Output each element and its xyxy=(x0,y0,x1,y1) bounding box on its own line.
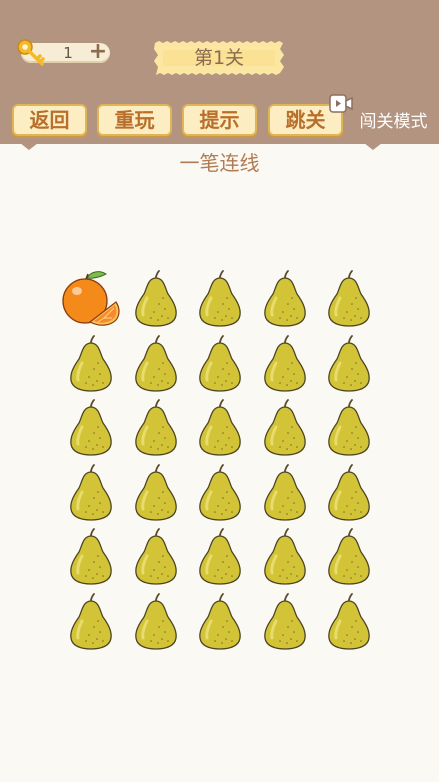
pear-icon xyxy=(328,334,370,392)
pear-cell[interactable] xyxy=(60,462,122,524)
pear-cell[interactable] xyxy=(189,397,251,459)
pear-icon xyxy=(70,334,112,392)
pear-icon xyxy=(134,334,177,392)
pear-cell[interactable] xyxy=(125,268,187,330)
pear-icon xyxy=(70,528,112,585)
pear-icon xyxy=(134,399,177,456)
pear-cell[interactable] xyxy=(125,462,187,524)
pear-icon xyxy=(70,463,112,521)
pear-icon xyxy=(263,334,306,392)
pear-icon xyxy=(328,399,370,456)
pear-icon xyxy=(199,463,241,521)
pear-cell[interactable] xyxy=(125,397,187,459)
pear-cell[interactable] xyxy=(189,268,251,330)
pear-cell[interactable] xyxy=(125,591,187,653)
pear-cell[interactable] xyxy=(318,333,380,395)
pear-cell[interactable] xyxy=(254,462,316,524)
pear-icon xyxy=(263,399,306,456)
pear-cell[interactable] xyxy=(318,397,380,459)
pear-icon xyxy=(70,399,112,456)
pear-icon xyxy=(263,270,306,327)
pear-icon xyxy=(328,528,370,585)
pear-cell[interactable] xyxy=(189,591,251,653)
pear-cell[interactable] xyxy=(125,526,187,588)
pear-cell[interactable] xyxy=(318,526,380,588)
pear-icon xyxy=(134,592,177,650)
pear-icon xyxy=(263,463,306,521)
fruit-board xyxy=(0,0,439,782)
pear-icon xyxy=(328,592,370,650)
pear-cell[interactable] xyxy=(60,526,122,588)
pear-cell[interactable] xyxy=(189,526,251,588)
orange-icon xyxy=(62,271,120,326)
pear-icon xyxy=(199,528,241,585)
pear-icon xyxy=(263,592,306,650)
pear-icon xyxy=(134,463,177,521)
pear-icon xyxy=(199,592,241,650)
pear-icon xyxy=(199,399,241,456)
pear-icon xyxy=(70,592,112,650)
pear-icon xyxy=(328,270,370,327)
pear-icon xyxy=(328,463,370,521)
pear-cell[interactable] xyxy=(60,397,122,459)
pear-cell[interactable] xyxy=(254,268,316,330)
pear-cell[interactable] xyxy=(254,591,316,653)
pear-icon xyxy=(134,528,177,585)
pear-cell[interactable] xyxy=(254,397,316,459)
pear-cell[interactable] xyxy=(254,333,316,395)
pear-cell[interactable] xyxy=(189,333,251,395)
pear-icon xyxy=(199,334,241,392)
pear-cell[interactable] xyxy=(189,462,251,524)
pear-cell[interactable] xyxy=(125,333,187,395)
pear-icon xyxy=(199,270,241,327)
pear-cell[interactable] xyxy=(60,333,122,395)
orange-cell[interactable] xyxy=(60,268,122,330)
pear-cell[interactable] xyxy=(60,591,122,653)
pear-cell[interactable] xyxy=(318,591,380,653)
pear-icon xyxy=(263,528,306,585)
pear-cell[interactable] xyxy=(254,526,316,588)
pear-icon xyxy=(134,270,177,327)
pear-cell[interactable] xyxy=(318,268,380,330)
pear-cell[interactable] xyxy=(318,462,380,524)
